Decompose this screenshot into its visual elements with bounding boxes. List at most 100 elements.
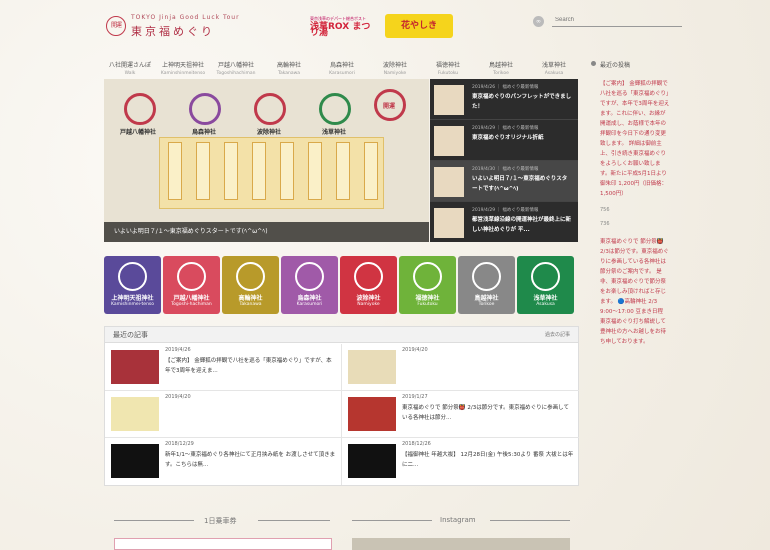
- slider-list-item[interactable]: 2019/4/29 ｜ 福めぐり最新情報 東京福めぐりオリジナル折紙: [430, 120, 578, 161]
- post-item[interactable]: 2019/4/26 【ご案内】 金輝狐の拝観で八社を巡る「東京福めぐり」ですが、本…: [105, 344, 342, 391]
- post-thumbnail: [111, 444, 159, 478]
- stamp-label: 浅草神社: [322, 129, 347, 136]
- hero-slider[interactable]: 戸越八幡神社 烏森神社 波除神社 浅草神社 開運 いよいよ明日７/１〜東京福めぐ…: [104, 79, 429, 242]
- site-logo[interactable]: 開運 TOKYO Jinja Good Luck Tour 東京福めぐり: [106, 14, 256, 40]
- thumbnail-image: [434, 85, 464, 115]
- tile-label: 浅草神社: [533, 295, 558, 302]
- tile-fukutoku[interactable]: 福徳神社 Fukutoku: [399, 256, 456, 314]
- search-input[interactable]: [552, 14, 682, 27]
- slider-list-item-active[interactable]: 2019/4/30 ｜ 福めぐり最新情報 いよいよ明日７/１〜東京福めぐりスター…: [430, 161, 578, 202]
- tile-karasumori[interactable]: 烏森神社 Karasumori: [281, 256, 338, 314]
- nav-sublabel: Walk: [124, 71, 136, 76]
- post-thumbnail: [111, 397, 159, 431]
- post-date: 2018/12/26: [402, 441, 431, 447]
- post-item[interactable]: 2018/12/26 【福御神社 年越大祓】 12月28日(金) 午後5:30より…: [342, 438, 579, 485]
- stamp-icon: [254, 93, 286, 125]
- banner-asakusa-rox[interactable]: 東京浅草のデパート総合ポスト 浅草ROX まつり湯: [310, 16, 378, 38]
- sidebar-post-text[interactable]: 【ご案内】 金輝狐の拝観で八社を巡る「東京福めぐり」ですが、本年で3周年を迎えま…: [590, 79, 670, 199]
- day-pass-banner[interactable]: [114, 538, 332, 550]
- site-header: 開運 TOKYO Jinja Good Luck Tour 東京福めぐり 東京浅…: [0, 0, 770, 58]
- tile-sublabel: Karasumori: [296, 302, 323, 307]
- crest-icon: [472, 262, 501, 291]
- slider-list: 2019/4/26 ｜ 福めぐり最新情報 東京福めぐりのパンフレットができました…: [430, 79, 578, 242]
- nav-item-kaminshinmei[interactable]: 上神明天祖神社 Kaminshinmeitenso: [157, 60, 209, 76]
- stamp-label: 波除神社: [257, 129, 282, 136]
- nav-item-walk[interactable]: 八社開運さんぽ Walk: [104, 60, 156, 76]
- tile-label: 上神明天祖神社: [111, 295, 154, 302]
- stamp-label: 烏森神社: [192, 129, 217, 136]
- thumbnail-image: [434, 126, 464, 156]
- post-item[interactable]: 2019/4/20: [105, 391, 342, 438]
- slider-list-item[interactable]: 2019/4/29 ｜ 福めぐり最新情報 都営浅草線沿線の開運神社が最終上に新し…: [430, 202, 578, 243]
- post-item[interactable]: 2018/12/29 新年1/1〜東京福めぐり各神社にて正月挟み紙を お渡しさせて…: [105, 438, 342, 485]
- nav-sublabel: Asakusa: [544, 71, 564, 76]
- nav-item-namiyoke[interactable]: 波除神社 Namiyoke: [369, 60, 421, 76]
- post-title: 【ご案内】 金輝狐の拝観で八社を巡る「東京福めぐり」ですが、本年で3周年を迎えま…: [165, 358, 332, 374]
- tile-namiyoke[interactable]: 波除神社 Namiyoke: [340, 256, 397, 314]
- post-thumbnail: [348, 397, 396, 431]
- tile-sublabel: Torikoe: [478, 302, 495, 307]
- tile-label: 戸越八幡神社: [173, 295, 210, 302]
- banner-asakusa-rox-small: 東京浅草のデパート総合ポスト: [310, 16, 366, 21]
- instagram-feed[interactable]: [352, 538, 570, 550]
- post-title: 都営浅草線沿線の開運神社が最終上に新しい神社めぐりが 平...: [472, 217, 572, 233]
- post-date: 2019/4/29 ｜ 福めぐり最新情報: [472, 208, 539, 213]
- divider: [490, 520, 570, 521]
- post-date: 2019/4/26: [165, 347, 191, 353]
- post-thumbnail: [111, 350, 159, 384]
- banner-hanayashiki[interactable]: 花やしき: [385, 14, 453, 38]
- post-title: いよいよ明日７/１〜東京福めぐりスタートです(ﾍ^ω^ﾍ): [472, 176, 568, 192]
- tile-kamishinmei[interactable]: 上神明天祖神社 Kamishinmei-tenso: [104, 256, 161, 314]
- tile-label: 福徳神社: [415, 295, 440, 302]
- post-date: 2019/4/30 ｜ 福めぐり最新情報: [472, 167, 539, 172]
- tile-sublabel: Fukutoku: [417, 302, 438, 307]
- tile-togoshi[interactable]: 戸越八幡神社 Togoshi-hachiman: [163, 256, 220, 314]
- past-posts-link[interactable]: 過去の記事: [545, 331, 570, 338]
- crest-icon: [295, 262, 324, 291]
- nav-label: 福徳神社: [435, 62, 460, 69]
- nav-item-fukutoku[interactable]: 福徳神社 Fukutoku: [422, 60, 474, 76]
- tile-sublabel: Takanawa: [239, 302, 262, 307]
- divider: [114, 520, 194, 521]
- post-thumbnail: [348, 444, 396, 478]
- tile-asakusa[interactable]: 浅草神社 Asakusa: [517, 256, 574, 314]
- rss-icon[interactable]: ∞: [533, 16, 544, 27]
- sidebar-title: 最近の投稿: [590, 60, 675, 69]
- nav-sublabel: Takanawa: [277, 71, 301, 76]
- nav-label: 八社開運さんぽ: [108, 62, 151, 69]
- post-item[interactable]: 2019/4/20: [342, 344, 579, 391]
- nav-item-asakusa[interactable]: 浅草神社 Asakusa: [528, 60, 580, 76]
- slider-list-item[interactable]: 2019/4/26 ｜ 福めぐり最新情報 東京福めぐりのパンフレットができました…: [430, 79, 578, 120]
- stamp-label: 戸越八幡神社: [120, 129, 157, 136]
- nav-item-takanawa[interactable]: 高輪神社 Takanawa: [263, 60, 315, 76]
- post-date: 2019/4/29 ｜ 福めぐり最新情報: [472, 126, 539, 131]
- nav-sublabel: Karasumori: [329, 71, 355, 76]
- logo-english: TOKYO Jinja Good Luck Tour: [131, 14, 240, 21]
- stamp-icon: [319, 93, 351, 125]
- tile-takanawa[interactable]: 高輪神社 Takanawa: [222, 256, 279, 314]
- crest-icon: [236, 262, 265, 291]
- tile-sublabel: Kamishinmei-tenso: [110, 302, 155, 307]
- post-title: 東京福めぐりで 節分祭👹 2/3は節分です。東京福めぐりに参画している各神社は節…: [402, 405, 569, 421]
- post-title: 東京福めぐりのパンフレットができました！: [472, 94, 572, 110]
- recent-posts: 最近の記事 過去の記事 2019/4/26 【ご案内】 金輝狐の拝観で八社を巡る「…: [104, 326, 579, 486]
- goshuin-book-image: [159, 137, 384, 209]
- nav-item-torikoe[interactable]: 鳥越神社 Torikoe: [475, 60, 527, 76]
- nav-label: 上神明天祖神社: [161, 62, 204, 69]
- tile-sublabel: Asakusa: [536, 302, 555, 307]
- nav-item-karasumori[interactable]: 烏森神社 Karasumori: [316, 60, 368, 76]
- nav-sublabel: Togoshihachiman: [216, 71, 256, 76]
- crest-icon: [354, 262, 383, 291]
- tile-torikoe[interactable]: 鳥越神社 Torikoe: [458, 256, 515, 314]
- tile-label: 烏森神社: [297, 295, 322, 302]
- nav-label: 波除神社: [382, 62, 407, 69]
- main-nav: 八社開運さんぽ Walk 上神明天祖神社 Kaminshinmeitenso 戸越八…: [104, 60, 584, 78]
- post-item[interactable]: 2019/1/27 東京福めぐりで 節分祭👹 2/3は節分です。東京福めぐりに参画…: [342, 391, 579, 438]
- tile-sublabel: Togoshi-hachiman: [171, 302, 212, 307]
- sidebar-number: 756: [600, 207, 610, 213]
- sidebar-post-text[interactable]: 東京福めぐりで 節分祭👹 2/3は節分です。東京福めぐりに参画している各神社は節…: [590, 237, 670, 347]
- section-title-instagram: Instagram: [440, 516, 476, 524]
- nav-item-togoshi[interactable]: 戸越八幡神社 Togoshihachiman: [210, 60, 262, 76]
- logo-japanese: 東京福めぐり: [131, 25, 215, 38]
- recent-posts-header: 最近の記事 過去の記事: [105, 327, 578, 343]
